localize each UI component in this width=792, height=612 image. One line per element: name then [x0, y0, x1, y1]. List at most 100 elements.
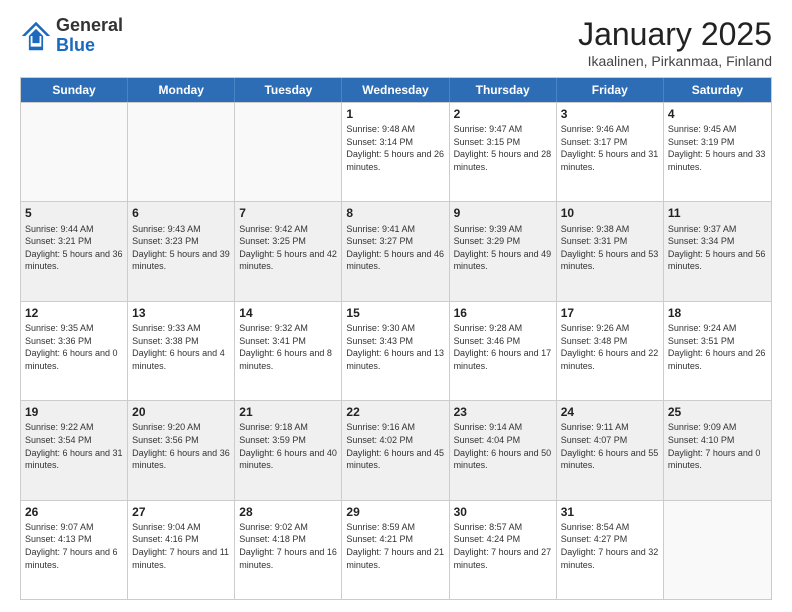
- cell-info: Sunrise: 9:47 AM Sunset: 3:15 PM Dayligh…: [454, 123, 552, 173]
- cell-info: Sunrise: 9:43 AM Sunset: 3:23 PM Dayligh…: [132, 223, 230, 273]
- table-row: [128, 103, 235, 201]
- table-row: 2Sunrise: 9:47 AM Sunset: 3:15 PM Daylig…: [450, 103, 557, 201]
- cell-info: Sunrise: 8:59 AM Sunset: 4:21 PM Dayligh…: [346, 521, 444, 571]
- header-day-tuesday: Tuesday: [235, 78, 342, 102]
- table-row: 15Sunrise: 9:30 AM Sunset: 3:43 PM Dayli…: [342, 302, 449, 400]
- day-number: 23: [454, 404, 552, 420]
- day-number: 8: [346, 205, 444, 221]
- calendar: SundayMondayTuesdayWednesdayThursdayFrid…: [20, 77, 772, 600]
- cell-info: Sunrise: 9:26 AM Sunset: 3:48 PM Dayligh…: [561, 322, 659, 372]
- subtitle: Ikaalinen, Pirkanmaa, Finland: [578, 53, 772, 69]
- table-row: [664, 501, 771, 599]
- table-row: 6 Sunrise: 9:43 AM Sunset: 3:23 PM Daylig…: [128, 202, 235, 300]
- table-row: 21Sunrise: 9:18 AM Sunset: 3:59 PM Dayli…: [235, 401, 342, 499]
- table-row: 14Sunrise: 9:32 AM Sunset: 3:41 PM Dayli…: [235, 302, 342, 400]
- header-day-monday: Monday: [128, 78, 235, 102]
- day-number: 19: [25, 404, 123, 420]
- cell-info: Sunrise: 9:16 AM Sunset: 4:02 PM Dayligh…: [346, 421, 444, 471]
- day-number: 17: [561, 305, 659, 321]
- cell-info: Sunrise: 9:44 AM Sunset: 3:21 PM Dayligh…: [25, 223, 123, 273]
- table-row: [235, 103, 342, 201]
- header-day-wednesday: Wednesday: [342, 78, 449, 102]
- day-number: 27: [132, 504, 230, 520]
- cell-info: Sunrise: 9:45 AM Sunset: 3:19 PM Dayligh…: [668, 123, 767, 173]
- table-row: 31Sunrise: 8:54 AM Sunset: 4:27 PM Dayli…: [557, 501, 664, 599]
- cell-info: Sunrise: 9:38 AM Sunset: 3:31 PM Dayligh…: [561, 223, 659, 273]
- table-row: 25Sunrise: 9:09 AM Sunset: 4:10 PM Dayli…: [664, 401, 771, 499]
- cell-info: Sunrise: 9:28 AM Sunset: 3:46 PM Dayligh…: [454, 322, 552, 372]
- cell-info: Sunrise: 9:46 AM Sunset: 3:17 PM Dayligh…: [561, 123, 659, 173]
- table-row: 7 Sunrise: 9:42 AM Sunset: 3:25 PM Daylig…: [235, 202, 342, 300]
- day-number: 25: [668, 404, 767, 420]
- day-number: 31: [561, 504, 659, 520]
- table-row: 29Sunrise: 8:59 AM Sunset: 4:21 PM Dayli…: [342, 501, 449, 599]
- table-row: 20Sunrise: 9:20 AM Sunset: 3:56 PM Dayli…: [128, 401, 235, 499]
- cell-info: Sunrise: 9:14 AM Sunset: 4:04 PM Dayligh…: [454, 421, 552, 471]
- header: General Blue January 2025 Ikaalinen, Pir…: [20, 16, 772, 69]
- table-row: 17Sunrise: 9:26 AM Sunset: 3:48 PM Dayli…: [557, 302, 664, 400]
- table-row: 9Sunrise: 9:39 AM Sunset: 3:29 PM Daylig…: [450, 202, 557, 300]
- table-row: [21, 103, 128, 201]
- cell-info: Sunrise: 9:42 AM Sunset: 3:25 PM Dayligh…: [239, 223, 337, 273]
- day-number: 14: [239, 305, 337, 321]
- header-day-thursday: Thursday: [450, 78, 557, 102]
- calendar-body: 1Sunrise: 9:48 AM Sunset: 3:14 PM Daylig…: [21, 102, 771, 599]
- table-row: 18Sunrise: 9:24 AM Sunset: 3:51 PM Dayli…: [664, 302, 771, 400]
- cell-info: Sunrise: 9:30 AM Sunset: 3:43 PM Dayligh…: [346, 322, 444, 372]
- calendar-row-2: 12Sunrise: 9:35 AM Sunset: 3:36 PM Dayli…: [21, 301, 771, 400]
- logo-text: General Blue: [56, 16, 123, 56]
- cell-info: Sunrise: 9:41 AM Sunset: 3:27 PM Dayligh…: [346, 223, 444, 273]
- day-number: 11: [668, 205, 767, 221]
- cell-info: Sunrise: 9:32 AM Sunset: 3:41 PM Dayligh…: [239, 322, 337, 372]
- calendar-row-0: 1Sunrise: 9:48 AM Sunset: 3:14 PM Daylig…: [21, 102, 771, 201]
- cell-info: Sunrise: 9:33 AM Sunset: 3:38 PM Dayligh…: [132, 322, 230, 372]
- calendar-row-4: 26Sunrise: 9:07 AM Sunset: 4:13 PM Dayli…: [21, 500, 771, 599]
- cell-info: Sunrise: 9:04 AM Sunset: 4:16 PM Dayligh…: [132, 521, 230, 571]
- cell-info: Sunrise: 9:07 AM Sunset: 4:13 PM Dayligh…: [25, 521, 123, 571]
- table-row: 5 Sunrise: 9:44 AM Sunset: 3:21 PM Daylig…: [21, 202, 128, 300]
- title-block: January 2025 Ikaalinen, Pirkanmaa, Finla…: [578, 16, 772, 69]
- day-number: 15: [346, 305, 444, 321]
- day-number: 7: [239, 205, 337, 221]
- day-number: 1: [346, 106, 444, 122]
- day-number: 10: [561, 205, 659, 221]
- day-number: 21: [239, 404, 337, 420]
- table-row: 28Sunrise: 9:02 AM Sunset: 4:18 PM Dayli…: [235, 501, 342, 599]
- header-day-friday: Friday: [557, 78, 664, 102]
- day-number: 5: [25, 205, 123, 221]
- cell-info: Sunrise: 8:54 AM Sunset: 4:27 PM Dayligh…: [561, 521, 659, 571]
- day-number: 28: [239, 504, 337, 520]
- page: General Blue January 2025 Ikaalinen, Pir…: [0, 0, 792, 612]
- cell-info: Sunrise: 8:57 AM Sunset: 4:24 PM Dayligh…: [454, 521, 552, 571]
- cell-info: Sunrise: 9:02 AM Sunset: 4:18 PM Dayligh…: [239, 521, 337, 571]
- cell-info: Sunrise: 9:20 AM Sunset: 3:56 PM Dayligh…: [132, 421, 230, 471]
- table-row: 19Sunrise: 9:22 AM Sunset: 3:54 PM Dayli…: [21, 401, 128, 499]
- cell-info: Sunrise: 9:18 AM Sunset: 3:59 PM Dayligh…: [239, 421, 337, 471]
- table-row: 8 Sunrise: 9:41 AM Sunset: 3:27 PM Daylig…: [342, 202, 449, 300]
- calendar-header: SundayMondayTuesdayWednesdayThursdayFrid…: [21, 78, 771, 102]
- day-number: 4: [668, 106, 767, 122]
- calendar-row-1: 5 Sunrise: 9:44 AM Sunset: 3:21 PM Daylig…: [21, 201, 771, 300]
- day-number: 26: [25, 504, 123, 520]
- table-row: 1Sunrise: 9:48 AM Sunset: 3:14 PM Daylig…: [342, 103, 449, 201]
- table-row: 23Sunrise: 9:14 AM Sunset: 4:04 PM Dayli…: [450, 401, 557, 499]
- logo-icon: [20, 20, 52, 52]
- cell-info: Sunrise: 9:35 AM Sunset: 3:36 PM Dayligh…: [25, 322, 123, 372]
- table-row: 10 Sunrise: 9:38 AM Sunset: 3:31 PM Dayli…: [557, 202, 664, 300]
- day-number: 6: [132, 205, 230, 221]
- header-day-saturday: Saturday: [664, 78, 771, 102]
- day-number: 12: [25, 305, 123, 321]
- logo: General Blue: [20, 16, 123, 56]
- day-number: 24: [561, 404, 659, 420]
- table-row: 30Sunrise: 8:57 AM Sunset: 4:24 PM Dayli…: [450, 501, 557, 599]
- day-number: 29: [346, 504, 444, 520]
- table-row: 11Sunrise: 9:37 AM Sunset: 3:34 PM Dayli…: [664, 202, 771, 300]
- day-number: 18: [668, 305, 767, 321]
- table-row: 27Sunrise: 9:04 AM Sunset: 4:16 PM Dayli…: [128, 501, 235, 599]
- day-number: 9: [454, 205, 552, 221]
- logo-general-text: General: [56, 15, 123, 35]
- day-number: 2: [454, 106, 552, 122]
- table-row: 3Sunrise: 9:46 AM Sunset: 3:17 PM Daylig…: [557, 103, 664, 201]
- day-number: 3: [561, 106, 659, 122]
- table-row: 24Sunrise: 9:11 AM Sunset: 4:07 PM Dayli…: [557, 401, 664, 499]
